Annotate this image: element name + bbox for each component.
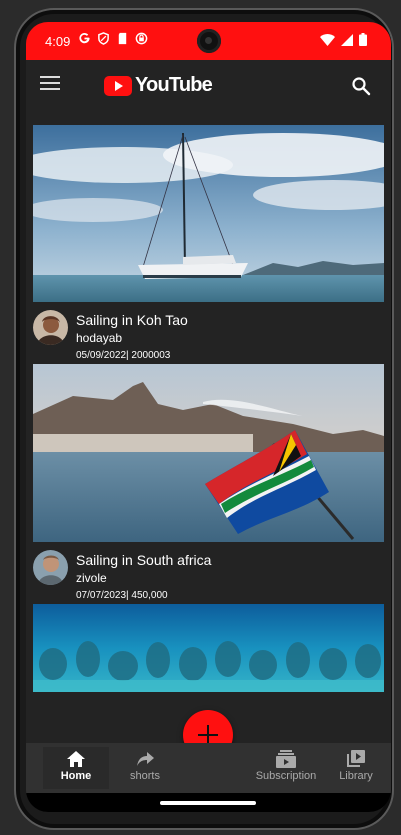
app-bar: YouTube (26, 60, 391, 116)
nav-label: Library (339, 770, 373, 782)
cape-town-flag-image (33, 364, 384, 542)
wifi-icon (320, 33, 335, 46)
bottom-navigation: Home shorts Subscription Library (26, 743, 391, 793)
nav-label: Home (60, 770, 92, 782)
logo-text: YouTube (135, 74, 213, 96)
nav-home[interactable]: Home (43, 747, 109, 789)
share-arrow-icon (137, 752, 154, 766)
video-card[interactable] (33, 604, 384, 692)
shield-icon (98, 32, 109, 45)
signal-icon (341, 33, 353, 46)
gesture-area (26, 793, 391, 812)
video-thumbnail[interactable] (33, 604, 384, 692)
underwater-statues-image (33, 604, 384, 692)
front-camera (197, 29, 221, 53)
video-meta: Sailing in Koh Tao hodayab 05/09/2022| 2… (33, 302, 384, 364)
battery-icon (359, 33, 367, 46)
sd-card-icon (118, 32, 127, 45)
play-logo-icon (104, 75, 132, 96)
menu-icon[interactable] (40, 76, 60, 92)
video-title[interactable]: Sailing in South africa (76, 552, 211, 568)
channel-avatar[interactable] (33, 310, 68, 345)
video-thumbnail[interactable] (33, 125, 384, 302)
channel-name[interactable]: zivole (76, 571, 107, 585)
nav-shorts[interactable]: shorts (112, 747, 178, 789)
video-card[interactable]: Sailing in Koh Tao hodayab 05/09/2022| 2… (33, 125, 384, 364)
app-screen: 4:09 YouTube Sailing in Koh Tao hodayab … (26, 22, 391, 812)
channel-avatar[interactable] (33, 550, 68, 585)
video-card[interactable]: Sailing in South africa zivole 07/07/202… (33, 364, 384, 604)
home-gesture-bar[interactable] (160, 801, 256, 805)
video-title[interactable]: Sailing in Koh Tao (76, 312, 188, 328)
status-bar: 4:09 (26, 22, 391, 60)
nav-subscription[interactable]: Subscription (251, 747, 321, 789)
subscriptions-icon (276, 750, 296, 768)
google-icon (79, 33, 90, 44)
video-meta: Sailing in South africa zivole 07/07/202… (33, 542, 384, 604)
video-feed: Sailing in Koh Tao hodayab 05/09/2022| 2… (33, 125, 384, 692)
nav-label: Subscription (255, 770, 317, 782)
lock-icon (135, 32, 148, 45)
video-thumbnail[interactable] (33, 364, 384, 542)
status-icons-left (78, 32, 148, 45)
status-time: 4:09 (45, 34, 71, 49)
nav-label: shorts (130, 770, 160, 782)
search-icon[interactable] (351, 76, 371, 96)
nav-library[interactable]: Library (329, 747, 383, 789)
youtube-logo[interactable]: YouTube (104, 74, 213, 97)
home-icon (67, 751, 85, 767)
library-icon (347, 750, 365, 767)
video-stats: 07/07/2023| 450,000 (76, 590, 168, 601)
sailboat-image (33, 125, 384, 302)
status-icons-right (320, 33, 367, 46)
video-stats: 05/09/2022| 2000003 (76, 350, 171, 361)
channel-name[interactable]: hodayab (76, 331, 122, 345)
